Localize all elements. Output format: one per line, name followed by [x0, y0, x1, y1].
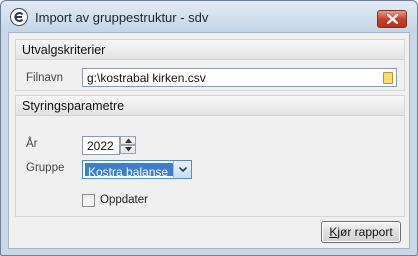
group-label: Gruppe — [26, 162, 65, 174]
spin-up-icon — [125, 138, 132, 143]
group-select-dropdown-button[interactable] — [173, 161, 191, 178]
group-select-highlight: Kostra balanse — [85, 163, 173, 179]
params-group-header: Styringsparametre — [16, 96, 404, 116]
year-spin-down[interactable] — [120, 145, 136, 154]
app-icon[interactable] — [10, 8, 28, 26]
run-report-label-rest: jør rapport — [337, 225, 393, 239]
dialog-window: Import av gruppestruktur - sdv Utvalgskr… — [0, 0, 418, 256]
file-field[interactable]: g:\kostrabal kirken.csv — [82, 68, 397, 87]
group-select[interactable]: Kostra balanse — [82, 160, 192, 179]
criteria-group: Utvalgskriterier Filnavn g:\kostrabal ki… — [15, 39, 405, 91]
file-label: Filnavn — [26, 72, 64, 84]
params-group-title: Styringsparametre — [22, 99, 125, 113]
year-value: 2022 — [87, 139, 114, 153]
run-report-button[interactable]: Kjør rapport — [321, 221, 401, 243]
close-button[interactable] — [377, 10, 407, 28]
update-label: Oppdater — [100, 194, 148, 206]
update-checkbox[interactable] — [82, 194, 95, 207]
group-select-value: Kostra balanse — [88, 165, 169, 179]
close-icon — [387, 14, 398, 24]
year-spin-up[interactable] — [120, 136, 136, 145]
params-group: Styringsparametre År 2022 Gruppe Kostra … — [15, 95, 405, 217]
title-bar[interactable]: Import av gruppestruktur - sdv — [1, 1, 417, 32]
criteria-group-header: Utvalgskriterier — [16, 40, 404, 60]
window-title: Import av gruppestruktur - sdv — [35, 10, 209, 25]
dialog-body: Utvalgskriterier Filnavn g:\kostrabal ki… — [8, 32, 410, 249]
criteria-group-title: Utvalgskriterier — [22, 43, 106, 57]
file-value: g:\kostrabal kirken.csv — [87, 71, 206, 85]
year-field[interactable]: 2022 — [82, 136, 120, 155]
spin-down-icon — [125, 147, 132, 152]
folder-icon[interactable] — [383, 72, 393, 84]
chevron-down-icon — [179, 167, 187, 172]
year-label: År — [26, 138, 38, 150]
